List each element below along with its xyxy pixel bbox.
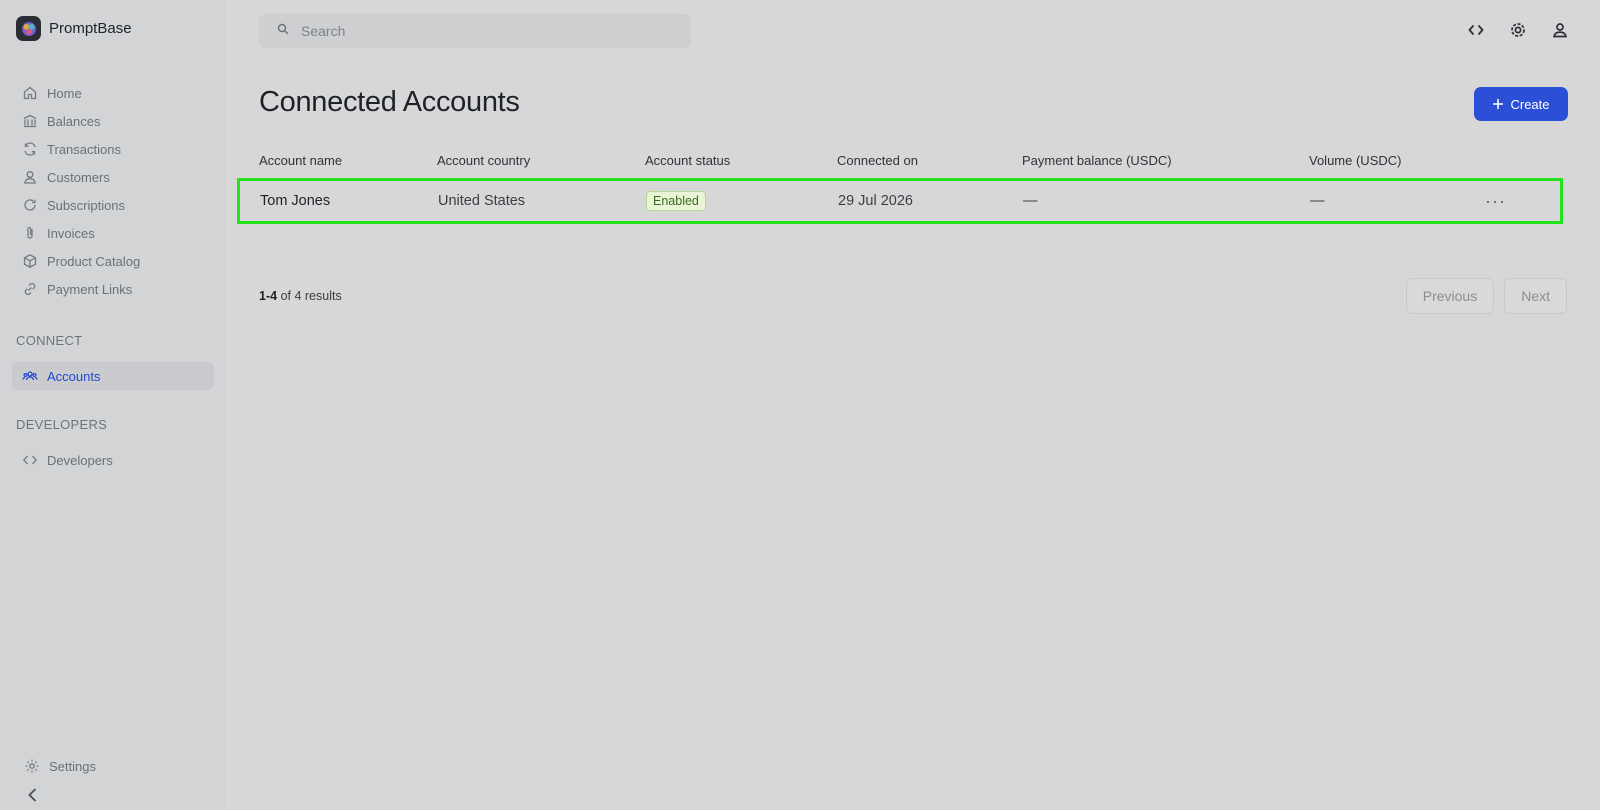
gear-icon[interactable] — [1508, 20, 1528, 40]
results-suffix: of 4 results — [280, 289, 342, 303]
column-header-account-name[interactable]: Account name — [259, 153, 437, 168]
column-header-account-status[interactable]: Account status — [645, 153, 837, 168]
create-button-label: Create — [1510, 96, 1550, 112]
status-badge: Enabled — [646, 191, 706, 211]
account-country-cell: United States — [438, 193, 526, 209]
brand[interactable]: PromptBase — [16, 16, 132, 41]
gear-icon — [25, 759, 39, 773]
pagination: Previous Next — [1405, 278, 1567, 314]
volume-cell: — — [1310, 193, 1325, 209]
header-actions — [1466, 20, 1570, 40]
sidebar-item-label: Product Catalog — [47, 253, 141, 269]
results-count: 1-4 of 4 results — [259, 289, 342, 303]
sidebar-item-label: Balances — [47, 113, 101, 129]
paperclip-icon — [27, 226, 33, 239]
column-header-connected-on[interactable]: Connected on — [837, 153, 1022, 168]
sidebar-item-payment-links[interactable]: Payment Links — [12, 275, 214, 303]
connect-nav: Accounts — [12, 362, 214, 390]
sidebar-item-subscriptions[interactable]: Subscriptions — [12, 191, 214, 219]
account-status-cell: Enabled — [646, 191, 838, 211]
collapse-sidebar-icon[interactable] — [24, 786, 42, 804]
column-header-volume[interactable]: Volume (USDC) — [1309, 153, 1509, 168]
sidebar-item-label: Home — [47, 85, 82, 101]
developers-nav: Developers — [12, 446, 214, 474]
accounts-table: Account name Account country Account sta… — [237, 148, 1569, 224]
sidebar-item-settings[interactable]: Settings — [14, 752, 214, 780]
table-header: Account name Account country Account sta… — [259, 148, 1569, 172]
next-button[interactable]: Next — [1504, 278, 1567, 314]
sidebar-item-label: Developers — [47, 452, 113, 468]
sidebar-item-balances[interactable]: Balances — [12, 107, 214, 135]
search-bar[interactable] — [259, 14, 691, 48]
create-button[interactable]: Create — [1474, 87, 1568, 121]
sidebar-item-label: Accounts — [47, 368, 101, 384]
brain-logo-icon — [16, 16, 41, 41]
account-name-cell[interactable]: Tom Jones — [260, 193, 438, 209]
section-title-connect: CONNECT — [16, 333, 83, 348]
link-icon — [24, 282, 36, 296]
column-header-account-country[interactable]: Account country — [437, 153, 645, 168]
sidebar-item-invoices[interactable]: Invoices — [12, 219, 214, 247]
sidebar-item-label: Transactions — [47, 141, 121, 157]
code-icon[interactable] — [1466, 20, 1486, 40]
sidebar-item-label: Customers — [47, 169, 110, 185]
code-icon — [22, 455, 38, 465]
sidebar-item-label: Subscriptions — [47, 197, 126, 213]
brand-name: PromptBase — [49, 20, 132, 37]
box-icon — [23, 254, 37, 268]
column-header-payment-balance[interactable]: Payment balance (USDC) — [1022, 153, 1309, 168]
more-actions-icon[interactable]: ··· — [1485, 191, 1506, 212]
bank-icon — [23, 114, 37, 128]
refresh-icon — [24, 142, 36, 156]
search-icon — [277, 22, 289, 40]
results-range: 1-4 — [259, 289, 278, 303]
table-row[interactable]: Tom Jones United States Enabled 29 Jul 2… — [237, 178, 1563, 224]
user-icon[interactable] — [1550, 20, 1570, 40]
sidebar-item-transactions[interactable]: Transactions — [12, 135, 214, 163]
search-input[interactable] — [299, 22, 663, 40]
previous-button[interactable]: Previous — [1405, 278, 1495, 314]
user-icon — [24, 171, 36, 184]
payment-balance-cell: — — [1023, 193, 1038, 209]
main-content: Connected Accounts Create Account name A… — [226, 0, 1600, 810]
sidebar-item-accounts[interactable]: Accounts — [12, 362, 214, 390]
sidebar-bottom: Settings — [14, 752, 214, 780]
users-icon — [22, 371, 38, 381]
section-title-developers: DEVELOPERS — [16, 417, 108, 432]
connected-on-cell: 29 Jul 2026 — [838, 193, 913, 209]
sidebar-nav: Home Balances Transactions Customers Sub… — [12, 79, 214, 303]
sidebar-item-product-catalog[interactable]: Product Catalog — [12, 247, 214, 275]
sidebar-item-customers[interactable]: Customers — [12, 163, 214, 191]
sidebar-item-developers[interactable]: Developers — [12, 446, 214, 474]
rotate-icon — [24, 199, 36, 211]
sidebar-item-label: Settings — [49, 758, 96, 774]
page-title: Connected Accounts — [259, 86, 520, 118]
sidebar-item-label: Invoices — [47, 225, 95, 241]
sidebar-item-label: Payment Links — [47, 281, 133, 297]
sidebar-item-home[interactable]: Home — [12, 79, 214, 107]
home-icon — [23, 86, 37, 100]
plus-icon — [1493, 99, 1504, 109]
sidebar: PromptBase Home Balances Transactions Cu… — [0, 0, 226, 810]
